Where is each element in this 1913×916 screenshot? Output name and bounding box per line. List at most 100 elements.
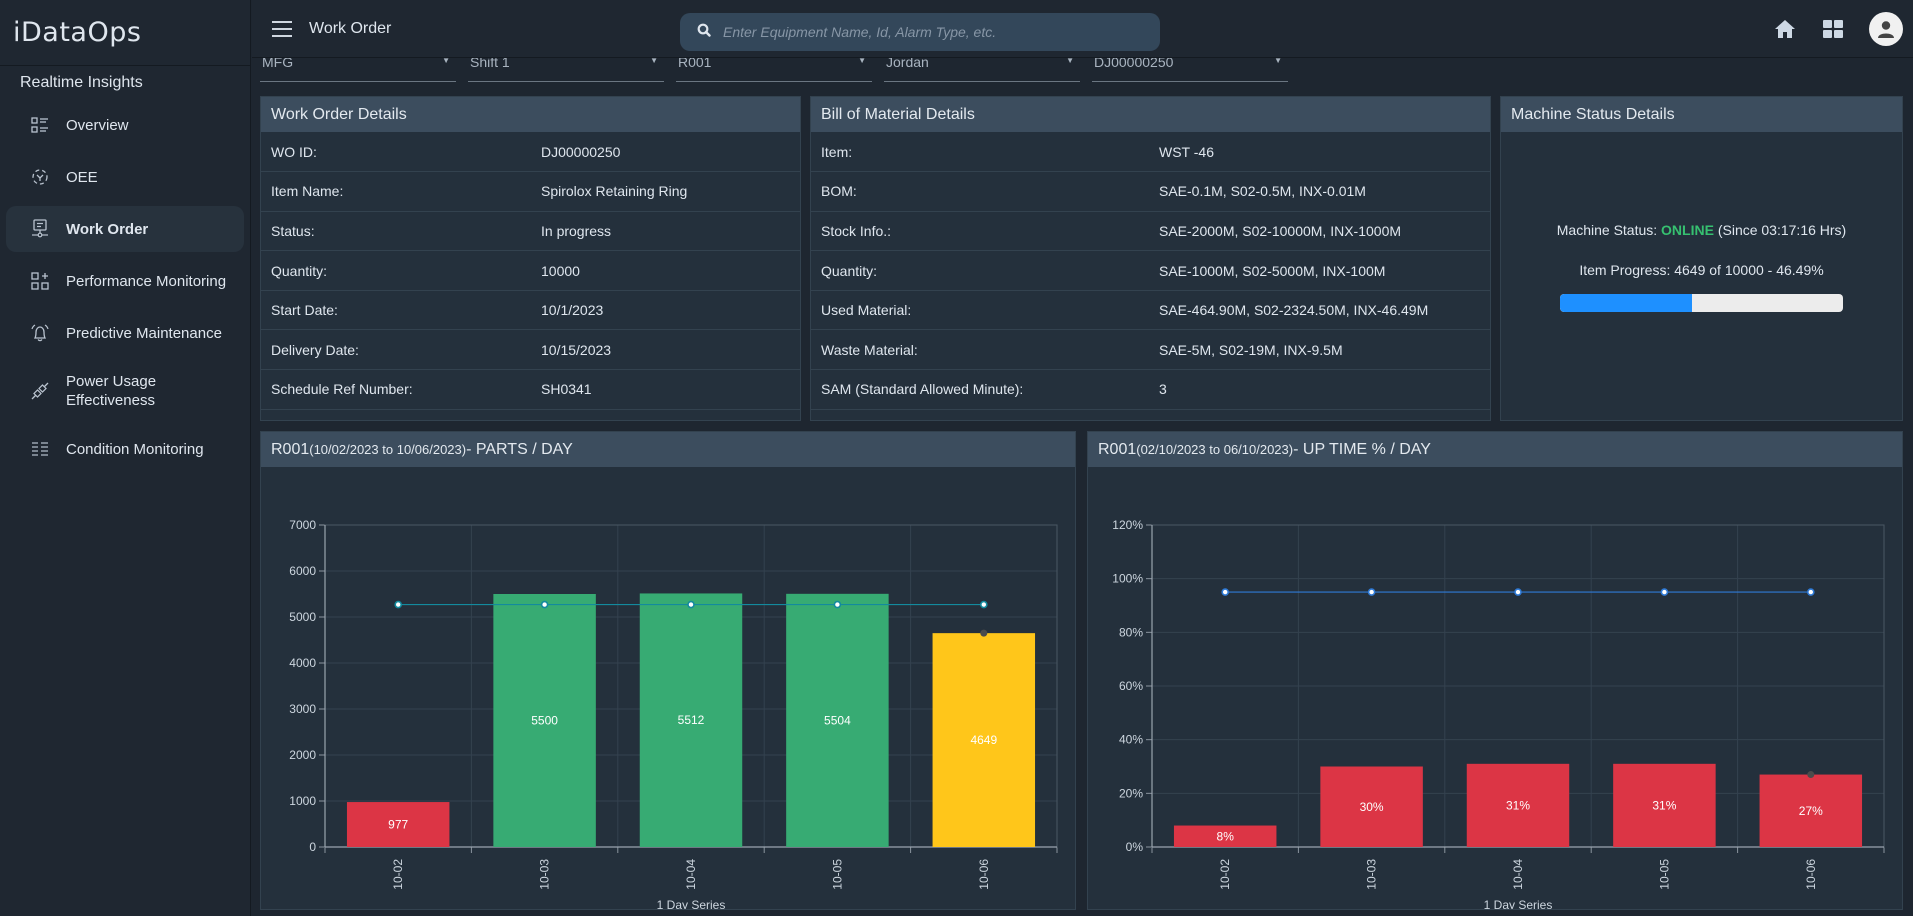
x-tick-label: 10-03: [538, 859, 552, 890]
work-order-icon: [30, 219, 50, 239]
machine-status-label: Machine Status:: [1556, 222, 1662, 238]
target-point: [1514, 588, 1522, 596]
table-row: BOM: SAE-0.1M, S02-0.5M, INX-0.01M: [811, 171, 1490, 212]
y-tick-label: 80%: [1119, 625, 1143, 639]
sidebar-item-label: Power Usage Effectiveness: [66, 373, 157, 409]
machine-status-line: Machine Status: ONLINE (Since 03:17:16 H…: [1501, 222, 1902, 238]
table-row: Status: In progress: [261, 211, 800, 252]
x-tick-label: 10-04: [684, 859, 698, 890]
bar-data-label: 27%: [1799, 804, 1823, 818]
grid-icon[interactable]: [1821, 17, 1845, 41]
row-value: 3: [1149, 369, 1490, 410]
x-tick-label: 10-06: [1804, 859, 1818, 890]
search-input[interactable]: [723, 24, 1123, 40]
sidebar-item-oee[interactable]: OEE: [6, 154, 244, 200]
row-value: Spirolox Retaining Ring: [531, 171, 800, 212]
panel-title: Machine Status Details: [1501, 97, 1902, 132]
row-label: Stock Info.:: [811, 211, 1149, 252]
chart-title-range: (10/02/2023 to 10/06/2023): [309, 442, 467, 457]
chart-title-range: (02/10/2023 to 06/10/2023): [1136, 442, 1294, 457]
target-point: [1221, 588, 1229, 596]
target-point: [1367, 588, 1376, 596]
sidebar-item-work-order[interactable]: Work Order: [6, 206, 244, 252]
sidebar-item-condition-monitoring[interactable]: Condition Monitoring: [6, 426, 244, 472]
row-label: Schedule Ref Number:: [261, 369, 531, 410]
sidebar-section-title: Realtime Insights: [20, 74, 143, 91]
sidebar-item-label: Condition Monitoring: [66, 440, 204, 458]
header-actions: [1773, 0, 1913, 58]
bom-table: Item: WST -46 BOM: SAE-0.1M, S02-0.5M, INX-…: [811, 132, 1490, 410]
bar-data-label: 31%: [1652, 798, 1676, 812]
item-progress-fill: [1560, 294, 1692, 312]
sidebar-item-overview[interactable]: Overview: [6, 102, 244, 148]
target-point: [979, 600, 988, 609]
sidebar-item-predictive-maintenance[interactable]: Predictive Maintenance: [6, 310, 244, 356]
sidebar-item-label: Overview: [66, 116, 129, 134]
chart-title: R001 (02/10/2023 to 06/10/2023) - UP TIME…: [1088, 432, 1902, 467]
plug-icon: [30, 381, 50, 401]
target-point: [1660, 588, 1669, 596]
row-label: WO ID:: [261, 132, 531, 173]
y-tick-label: 1000: [289, 794, 316, 808]
x-axis-label: 1 Day Series: [657, 898, 726, 909]
logo[interactable]: iDataOps: [0, 0, 250, 66]
target-point: [394, 600, 402, 609]
y-tick-label: 5000: [289, 610, 316, 624]
target-point: [1806, 588, 1815, 596]
x-tick-label: 10-06: [977, 859, 991, 890]
sidebar-item-label: Performance Monitoring: [66, 272, 227, 290]
bar-data-label: 4649: [970, 733, 997, 747]
sidebar-item-performance-monitoring[interactable]: Performance Monitoring: [6, 258, 244, 304]
user-avatar-icon[interactable]: [1869, 12, 1903, 46]
hamburger-menu-icon[interactable]: [272, 20, 292, 37]
chart-title-main: R001: [1098, 440, 1137, 458]
target-point: [833, 600, 842, 609]
y-tick-label: 2000: [289, 748, 316, 762]
top-header: Work Order: [252, 0, 1913, 58]
sidebar-item-power-usage-effectiveness[interactable]: Power Usage Effectiveness: [6, 362, 244, 420]
row-label: Item Name:: [261, 171, 531, 212]
bar-data-label: 977: [388, 818, 408, 832]
bom-details-panel: Bill of Material Details Item: WST -46 BOM…: [810, 96, 1491, 421]
hover-marker: [980, 629, 988, 637]
row-label: Start Date:: [261, 290, 531, 331]
hover-marker: [1807, 771, 1815, 779]
x-tick-label: 10-02: [391, 859, 405, 890]
x-tick-label: 10-03: [1365, 859, 1379, 890]
table-row: Waste Material: SAE-5M, S02-19M, INX-9.5M: [811, 329, 1490, 371]
row-value: 10/15/2023: [531, 329, 800, 371]
search-bar[interactable]: [680, 13, 1160, 51]
bar-data-label: 5504: [824, 713, 851, 727]
table-row: SAM (Standard Allowed Minute): 3: [811, 369, 1490, 410]
home-icon[interactable]: [1773, 17, 1797, 41]
list-icon: [30, 439, 50, 459]
machine-status-panel: Machine Status Details Machine Status: O…: [1500, 96, 1903, 421]
table-row: WO ID: DJ00000250: [261, 132, 800, 173]
bell-icon: [30, 323, 50, 343]
oee-icon: [30, 167, 50, 187]
table-row: Item Name: Spirolox Retaining Ring: [261, 171, 800, 212]
bar-data-label: 30%: [1360, 800, 1384, 814]
row-value: 10/1/2023: [531, 290, 800, 331]
panel-title: Work Order Details: [261, 97, 800, 132]
chart-title-suffix: - PARTS / DAY: [466, 440, 573, 458]
row-label: Waste Material:: [811, 329, 1149, 371]
row-label: Used Material:: [811, 290, 1149, 331]
page-title: Work Order: [309, 19, 392, 37]
x-axis-label: 1 Day Series: [1484, 898, 1553, 909]
y-tick-label: 0: [309, 840, 316, 854]
item-progress-bar: [1560, 294, 1843, 312]
y-tick-label: 60%: [1119, 679, 1143, 693]
row-value: SAE-5M, S02-19M, INX-9.5M: [1149, 329, 1490, 371]
table-row: Delivery Date: 10/15/2023: [261, 329, 800, 371]
row-value: SAE-1000M, S02-5000M, INX-100M: [1149, 250, 1490, 291]
bar-data-label: 31%: [1506, 798, 1530, 812]
chart-title-suffix: - UP TIME % / DAY: [1293, 440, 1431, 458]
row-value: SAE-464.90M, S02-2324.50M, INX-46.49M: [1149, 290, 1490, 331]
table-row: Stock Info.: SAE-2000M, S02-10000M, INX-1…: [811, 211, 1490, 252]
sidebar: iDataOps Realtime Insights Overview OEE …: [0, 0, 251, 916]
status-since: (Since 03:17:16 Hrs): [1713, 222, 1847, 238]
uptime-per-day-panel: R001 (02/10/2023 to 06/10/2023) - UP TIME…: [1087, 431, 1903, 912]
row-label: Delivery Date:: [261, 329, 531, 371]
target-point: [687, 600, 695, 609]
